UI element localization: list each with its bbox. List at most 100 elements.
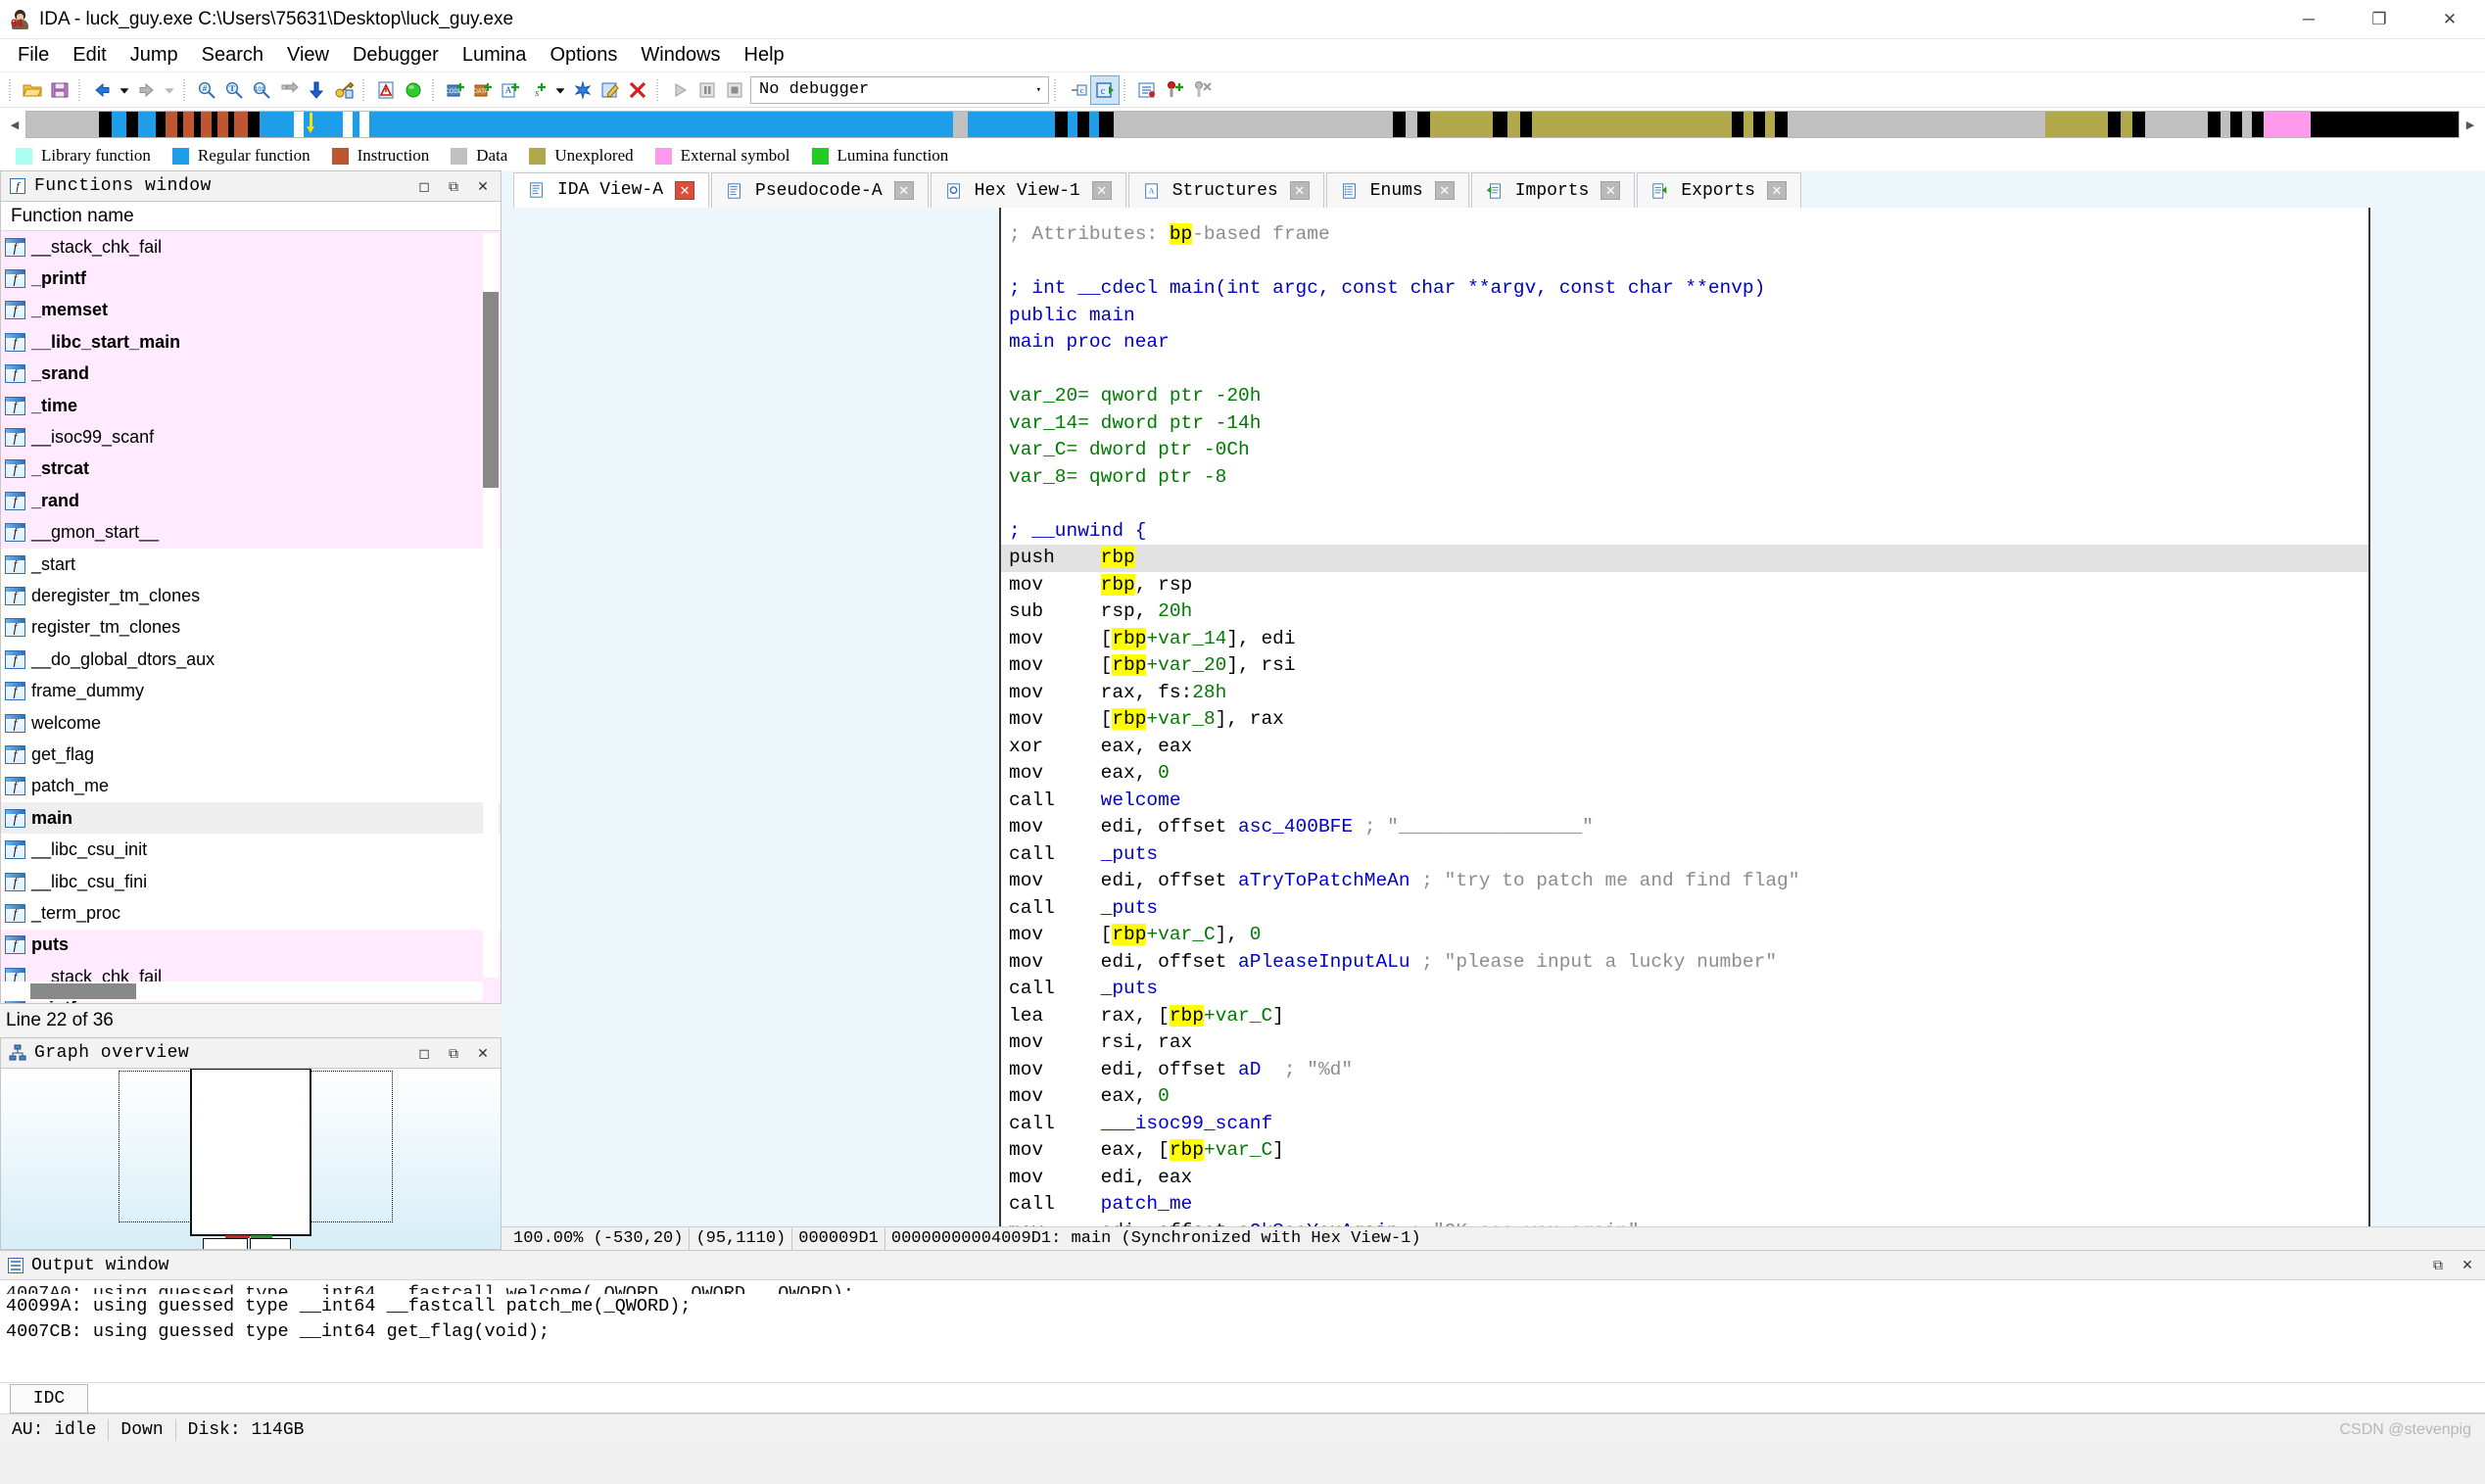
functions-list[interactable]: f __stack_chk_fail f _printf f _memset f __libc… [1,231,501,1003]
menu-view[interactable]: View [275,42,341,69]
disassembly-line[interactable]: mov eax, 0 [1001,760,2368,788]
toolbar-grip[interactable] [655,76,662,103]
menu-options[interactable]: Options [538,42,629,69]
menu-file[interactable]: File [6,42,61,69]
tab-imports[interactable]: Imports ✕ [1470,172,1636,208]
disassembly-line[interactable]: mov [rbp+var_20], rsi [1001,652,2368,680]
menu-lumina[interactable]: Lumina [451,42,539,69]
navband-cursor-icon[interactable] [306,113,315,137]
disassembly-line[interactable]: mov rax, fs:28h [1001,680,2368,707]
delete-icon[interactable] [624,76,651,104]
function-list-item[interactable]: f __isoc99_scanf [1,421,501,454]
graph-node-left[interactable] [203,1238,248,1249]
disassembly-line[interactable]: mov eax, [rbp+var_C] [1001,1137,2368,1165]
restore-icon[interactable]: ⧉ [440,1041,467,1065]
disassembly-view[interactable]: ; Attributes: bp-based frame ; int __cde… [999,208,2370,1226]
menu-jump[interactable]: Jump [119,42,190,69]
function-list-item[interactable]: f register_tm_clones [1,612,501,644]
pause-icon[interactable] [693,76,721,104]
function-list-item[interactable]: f deregister_tm_clones [1,580,501,611]
warning-icon[interactable] [372,76,400,104]
nav-scroll-right-icon[interactable]: ▶ [2460,113,2481,136]
disassembly-line[interactable]: mov rsi, rax [1001,1029,2368,1057]
toolbar-grip[interactable] [1053,76,1060,103]
disassembly-line[interactable]: var_20= qword ptr -20h [1001,383,2368,410]
disassembly-line[interactable]: mov [rbp+var_8], rax [1001,706,2368,734]
function-list-item[interactable]: f welcome [1,707,501,739]
disassembly-line[interactable]: mov edi, offset aOkSeeYouAgain ; "OK,see… [1001,1219,2368,1227]
disassembly-line[interactable] [1001,249,2368,276]
decompile-all-icon[interactable]: c [1090,74,1120,105]
back-dropdown-icon[interactable] [116,76,133,104]
maximize-button[interactable]: ❐ [2344,0,2414,38]
tab-close-icon[interactable]: ✕ [1289,181,1310,200]
function-list-item[interactable]: f _term_proc [1,897,501,929]
tab-close-icon[interactable]: ✕ [893,181,914,200]
decompile-icon[interactable]: c [1064,76,1091,104]
function-list-item[interactable]: f _memset [1,294,501,327]
make-struct-icon[interactable]: s [524,76,551,104]
toolbar-grip[interactable] [431,76,438,103]
search-text-icon[interactable]: T [220,76,248,104]
back-arrow-icon[interactable] [88,76,116,104]
toolbar-grip[interactable] [182,76,189,103]
disassembly-line[interactable]: mov [rbp+var_C], 0 [1001,922,2368,949]
disassembly-line[interactable]: call ___isoc99_scanf [1001,1111,2368,1138]
key-icon[interactable] [330,76,358,104]
graph-overview-canvas[interactable] [0,1069,502,1250]
function-list-item[interactable]: f _printf [1,263,501,295]
toolbar-grip[interactable] [77,76,84,103]
function-list-item[interactable]: f frame_dummy [1,675,501,706]
idc-button[interactable]: IDC [10,1384,88,1413]
close-icon[interactable]: ✕ [469,174,497,198]
disassembly-line[interactable]: mov rbp, rsp [1001,572,2368,599]
menu-debugger[interactable]: Debugger [341,42,451,69]
scrollbar-thumb[interactable] [483,292,499,488]
save-icon[interactable] [46,76,73,104]
function-list-item[interactable]: f main [1,802,501,835]
debugger-select[interactable]: No debugger ▾ [750,75,1049,104]
functions-horizontal-scrollbar[interactable] [1,981,483,1001]
function-list-item[interactable]: f patch_me [1,771,501,802]
make-data-icon[interactable]: DATA [469,76,497,104]
function-list-item[interactable]: f __gmon_start__ [1,516,501,549]
struct-dropdown-icon[interactable] [551,76,569,104]
disassembly-line[interactable]: var_C= dword ptr -0Ch [1001,437,2368,464]
function-list-item[interactable]: f _time [1,389,501,422]
green-circle-icon[interactable] [400,76,427,104]
tab-ida-view-a[interactable]: IDA View-A ✕ [513,172,710,208]
close-icon[interactable]: ✕ [469,1041,497,1065]
tab-hex-view-1[interactable]: Hex View-1 ✕ [930,172,1126,208]
disassembly-line[interactable]: mov edi, offset aPleaseInputALu ; "pleas… [1001,949,2368,977]
menu-help[interactable]: Help [733,42,796,69]
functions-vertical-scrollbar[interactable] [483,233,499,978]
function-list-item[interactable]: f _start [1,549,501,580]
disassembly-line[interactable]: ; Attributes: bp-based frame [1001,221,2368,249]
output-log[interactable]: 4007A0: using guessed type __int64 __fas… [0,1280,2485,1382]
function-list-item[interactable]: f __libc_csu_fini [1,866,501,897]
search-immediate-icon[interactable]: 101 [248,76,275,104]
del-breakpoint-icon[interactable] [1188,76,1216,104]
toolbar-grip[interactable] [1123,76,1129,103]
function-list-item[interactable]: f _srand [1,358,501,390]
make-ascii-icon[interactable]: A [497,76,524,104]
tab-close-icon[interactable]: ✕ [675,180,695,200]
disassembly-line[interactable]: call _puts [1001,841,2368,869]
function-list-item[interactable]: f __libc_start_main [1,326,501,359]
function-list-item[interactable]: f _rand [1,485,501,517]
disassembly-line[interactable]: mov edi, offset aD ; "%d" [1001,1057,2368,1084]
close-button[interactable]: ✕ [2414,0,2485,38]
tab-close-icon[interactable]: ✕ [1091,181,1112,200]
restore-icon[interactable]: ⧉ [440,174,467,198]
function-list-item[interactable]: f _strcat [1,453,501,486]
disassembly-line[interactable]: public main [1001,303,2368,330]
maximize-icon[interactable]: ◻ [410,1041,438,1065]
search-hex-icon[interactable]: # [193,76,220,104]
functions-column-header[interactable]: Function name [1,202,501,231]
menu-windows[interactable]: Windows [629,42,732,69]
make-unknown-icon[interactable] [569,76,597,104]
tab-structures[interactable]: A Structures ✕ [1127,172,1324,208]
add-breakpoint-icon[interactable] [1161,76,1188,104]
disassembly-line[interactable]: main proc near [1001,329,2368,357]
disassembly-line[interactable]: xor eax, eax [1001,734,2368,761]
